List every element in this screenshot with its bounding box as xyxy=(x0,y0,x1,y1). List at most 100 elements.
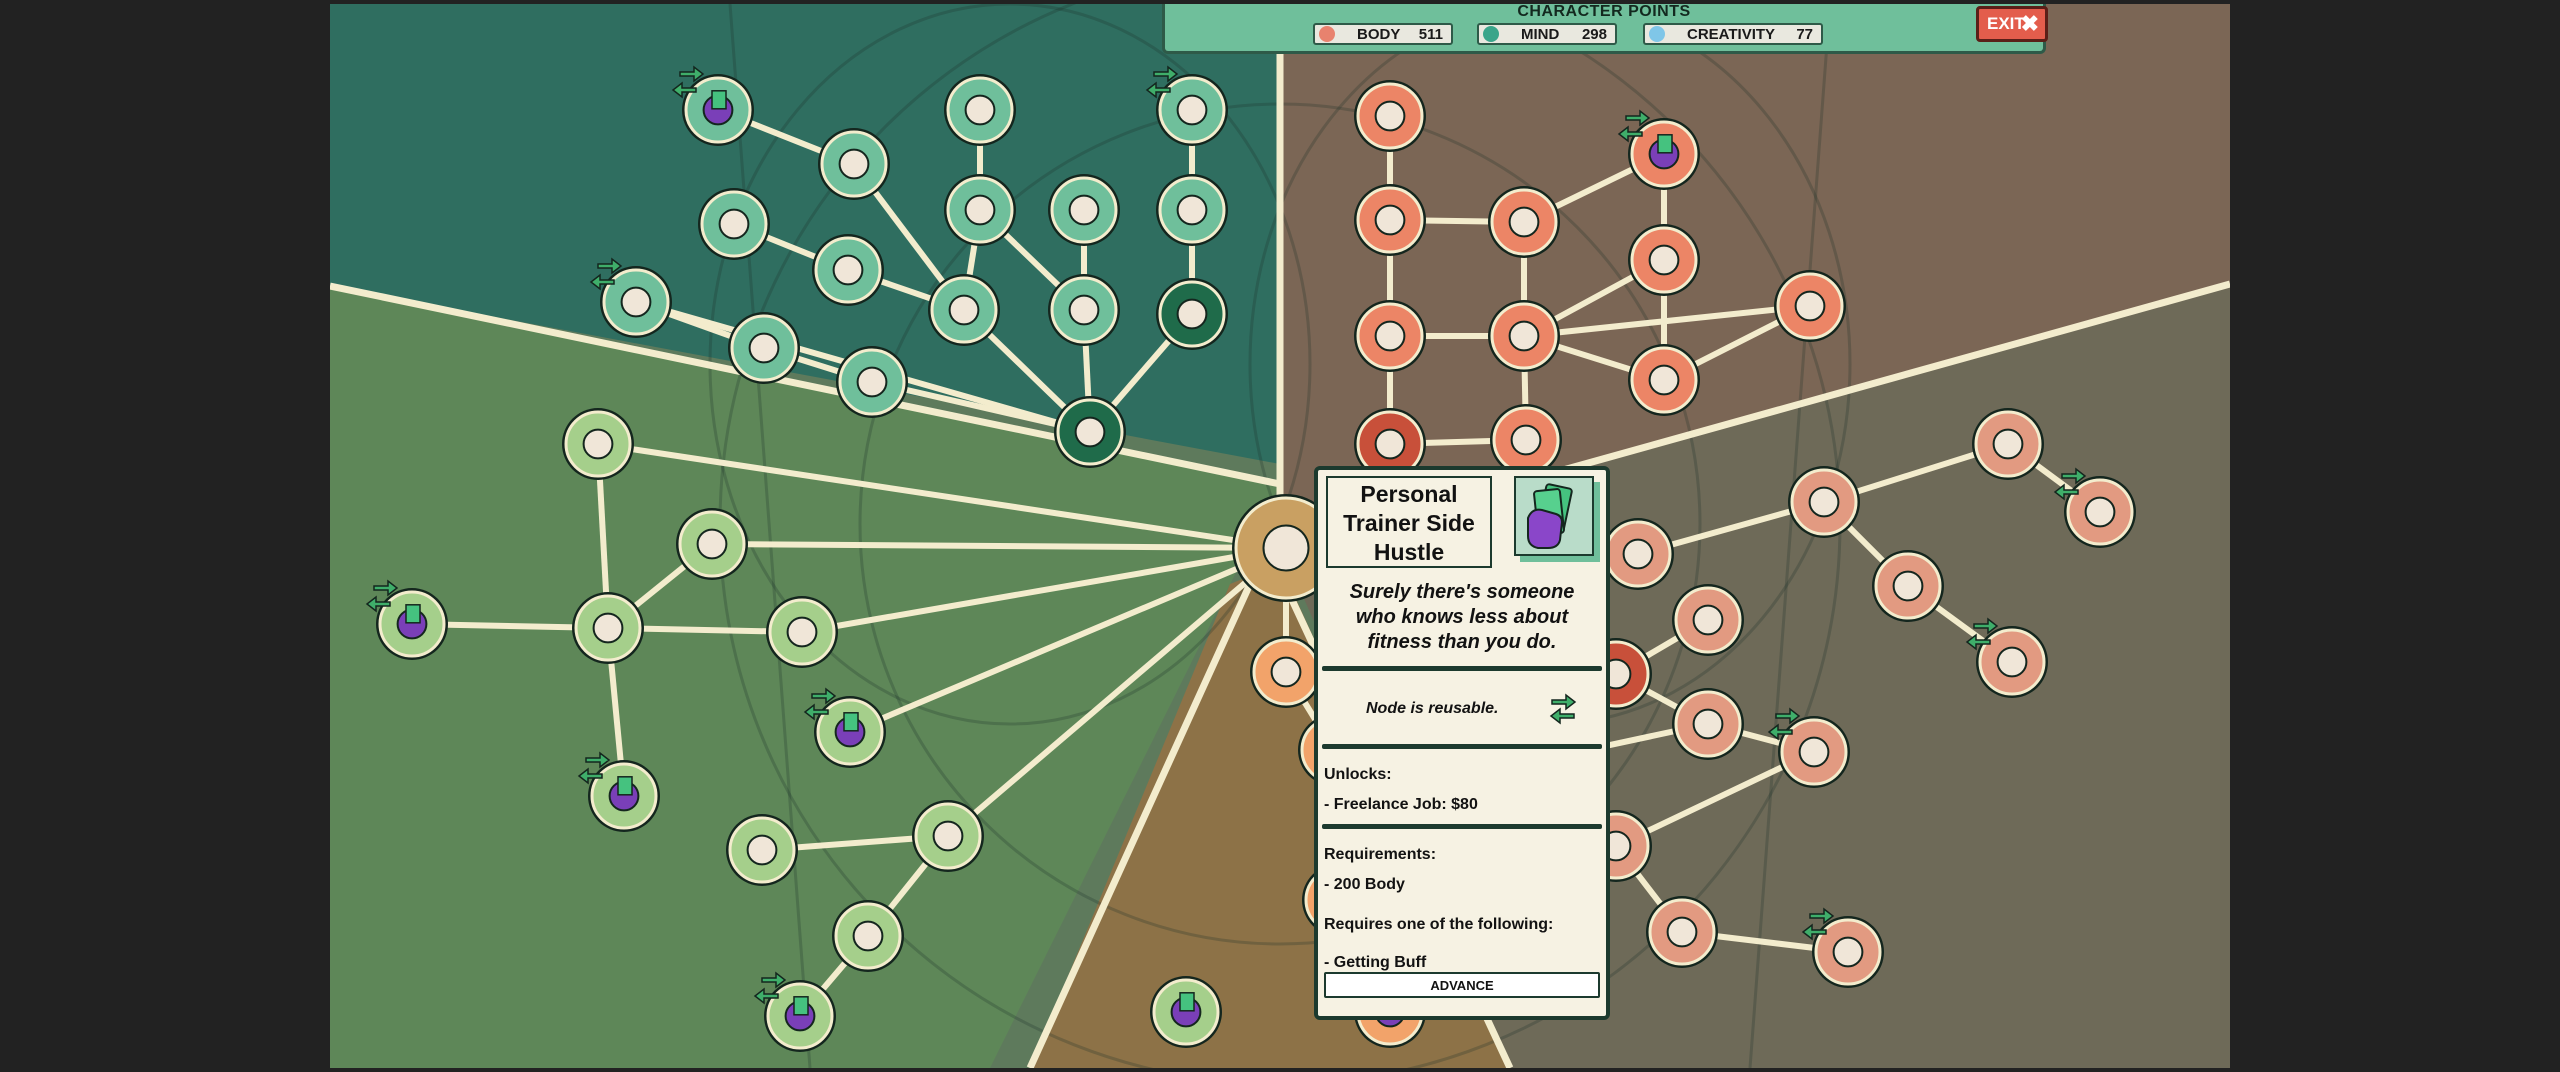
skill-node[interactable] xyxy=(1250,636,1322,708)
skill-node[interactable] xyxy=(766,596,838,668)
glasses-icon xyxy=(1794,290,1826,322)
skill-node[interactable] xyxy=(1156,278,1228,350)
lamp-icon xyxy=(1374,100,1406,132)
skill-node[interactable] xyxy=(572,592,644,664)
skill-node[interactable] xyxy=(676,508,748,580)
creativity-stat-label: CREATIVITY xyxy=(1687,26,1776,43)
skill-node[interactable] xyxy=(1354,184,1426,256)
skill-node[interactable] xyxy=(1156,174,1228,246)
handshake-icon xyxy=(1374,204,1406,236)
skill-node[interactable] xyxy=(1048,174,1120,246)
skill-node[interactable] xyxy=(836,346,908,418)
skill-node[interactable] xyxy=(698,188,770,260)
requires-one-item: - Getting Buff xyxy=(1324,954,1427,971)
dog-icon xyxy=(1508,206,1540,238)
skill-node[interactable] xyxy=(1048,274,1120,346)
heart-icon xyxy=(1648,244,1680,276)
mind-stat: MIND 298 xyxy=(1477,23,1617,45)
curtain-icon xyxy=(1176,194,1208,226)
node-detail-panel: Personal Trainer Side Hustle Surely ther… xyxy=(1314,466,1610,1020)
cash-bill-shape xyxy=(843,712,859,732)
cash-bill-shape xyxy=(1179,992,1195,1012)
skill-node[interactable] xyxy=(1488,186,1560,258)
close-icon: ✖ xyxy=(2020,11,2039,36)
brain-icon xyxy=(1483,26,1499,42)
jersey-icon xyxy=(696,528,728,560)
skill-node[interactable] xyxy=(1354,300,1426,372)
reusable-arrows-icon xyxy=(1549,693,1577,725)
figures-icon xyxy=(1808,486,1840,518)
divider xyxy=(1322,744,1602,749)
cash-bill-shape xyxy=(617,776,633,796)
flavor-line: fitness than you do. xyxy=(1367,631,1557,653)
body-stat-value: 511 xyxy=(1418,26,1443,43)
skill-node[interactable] xyxy=(1774,270,1846,342)
requires-one-header: Requires one of the following: xyxy=(1324,916,1554,933)
skill-tree-map xyxy=(330,4,2230,1068)
people-icon xyxy=(1374,428,1406,460)
node-flavor-text: Surely there's someone who knows less ab… xyxy=(1328,580,1596,655)
skill-node[interactable] xyxy=(1672,584,1744,656)
wave-icon xyxy=(932,820,964,852)
creativity-stat: CREATIVITY 77 xyxy=(1643,23,1823,45)
skill-node[interactable] xyxy=(944,174,1016,246)
badge-icon xyxy=(1374,320,1406,352)
fish-icon xyxy=(1666,916,1698,948)
pot-icon xyxy=(748,332,780,364)
skill-node[interactable] xyxy=(1354,80,1426,152)
game-viewport: CHARACTER POINTS BODY 511 MIND 298 CREAT… xyxy=(330,4,2230,1068)
crowd-icon xyxy=(1648,364,1680,396)
cassette-icon xyxy=(948,294,980,326)
baseball-glove-icon xyxy=(786,616,818,648)
skill-node[interactable] xyxy=(1628,344,1700,416)
ghost-icon xyxy=(964,94,996,126)
skill-node[interactable] xyxy=(1646,896,1718,968)
tent-icon xyxy=(852,920,884,952)
skill-node[interactable] xyxy=(1488,300,1560,372)
creativity-stat-value: 77 xyxy=(1796,26,1813,43)
skill-node[interactable] xyxy=(1872,550,1944,622)
reusable-note: Node is reusable. xyxy=(1366,700,1499,717)
character-points-bar: CHARACTER POINTS BODY 511 MIND 298 CREAT… xyxy=(1162,4,2046,54)
node-title-line: Trainer Side xyxy=(1343,510,1475,536)
exit-button[interactable]: EXIT ✖ xyxy=(1976,6,2048,42)
body-stat: BODY 511 xyxy=(1313,23,1453,45)
skill-node[interactable] xyxy=(1602,518,1674,590)
helmet-icon xyxy=(582,428,614,460)
cash-bill-shape xyxy=(793,996,809,1016)
brain-core-icon xyxy=(1262,524,1310,572)
whistle-icon xyxy=(746,834,778,866)
skill-node[interactable] xyxy=(912,800,984,872)
mystery-icon xyxy=(1832,936,1864,968)
skill-node[interactable] xyxy=(1972,408,2044,480)
skill-node[interactable] xyxy=(818,128,890,200)
skill-node[interactable] xyxy=(562,408,634,480)
divider xyxy=(1322,666,1602,671)
skill-node[interactable] xyxy=(1788,466,1860,538)
skill-node[interactable] xyxy=(1628,224,1700,296)
cash-bill-shape xyxy=(405,604,421,624)
group-icon xyxy=(718,208,750,240)
skill-node[interactable] xyxy=(812,234,884,306)
advance-button[interactable]: ADVANCE xyxy=(1324,972,1600,998)
outfit-icon xyxy=(1798,736,1830,768)
exit-label: EXIT xyxy=(1987,14,2025,33)
node-title-line: Personal xyxy=(1360,481,1458,507)
skill-node[interactable] xyxy=(832,900,904,972)
skill-node[interactable] xyxy=(1054,396,1126,468)
wizard-hat-icon xyxy=(1068,194,1100,226)
skill-node[interactable] xyxy=(944,74,1016,146)
hand-holding-cash-icon xyxy=(1527,483,1573,549)
feather-icon xyxy=(1892,570,1924,602)
skill-node[interactable] xyxy=(728,312,800,384)
skill-node[interactable] xyxy=(726,814,798,886)
skill-node[interactable] xyxy=(1150,976,1222,1048)
cash-bill-shape xyxy=(1657,134,1673,154)
octopus-icon xyxy=(964,194,996,226)
skill-node[interactable] xyxy=(928,274,1000,346)
node-title-line: Hustle xyxy=(1373,539,1445,565)
trophy-icon xyxy=(592,612,624,644)
skill-node[interactable] xyxy=(1672,688,1744,760)
node-connection xyxy=(711,541,1287,551)
trophy-person-icon xyxy=(1996,646,2028,678)
